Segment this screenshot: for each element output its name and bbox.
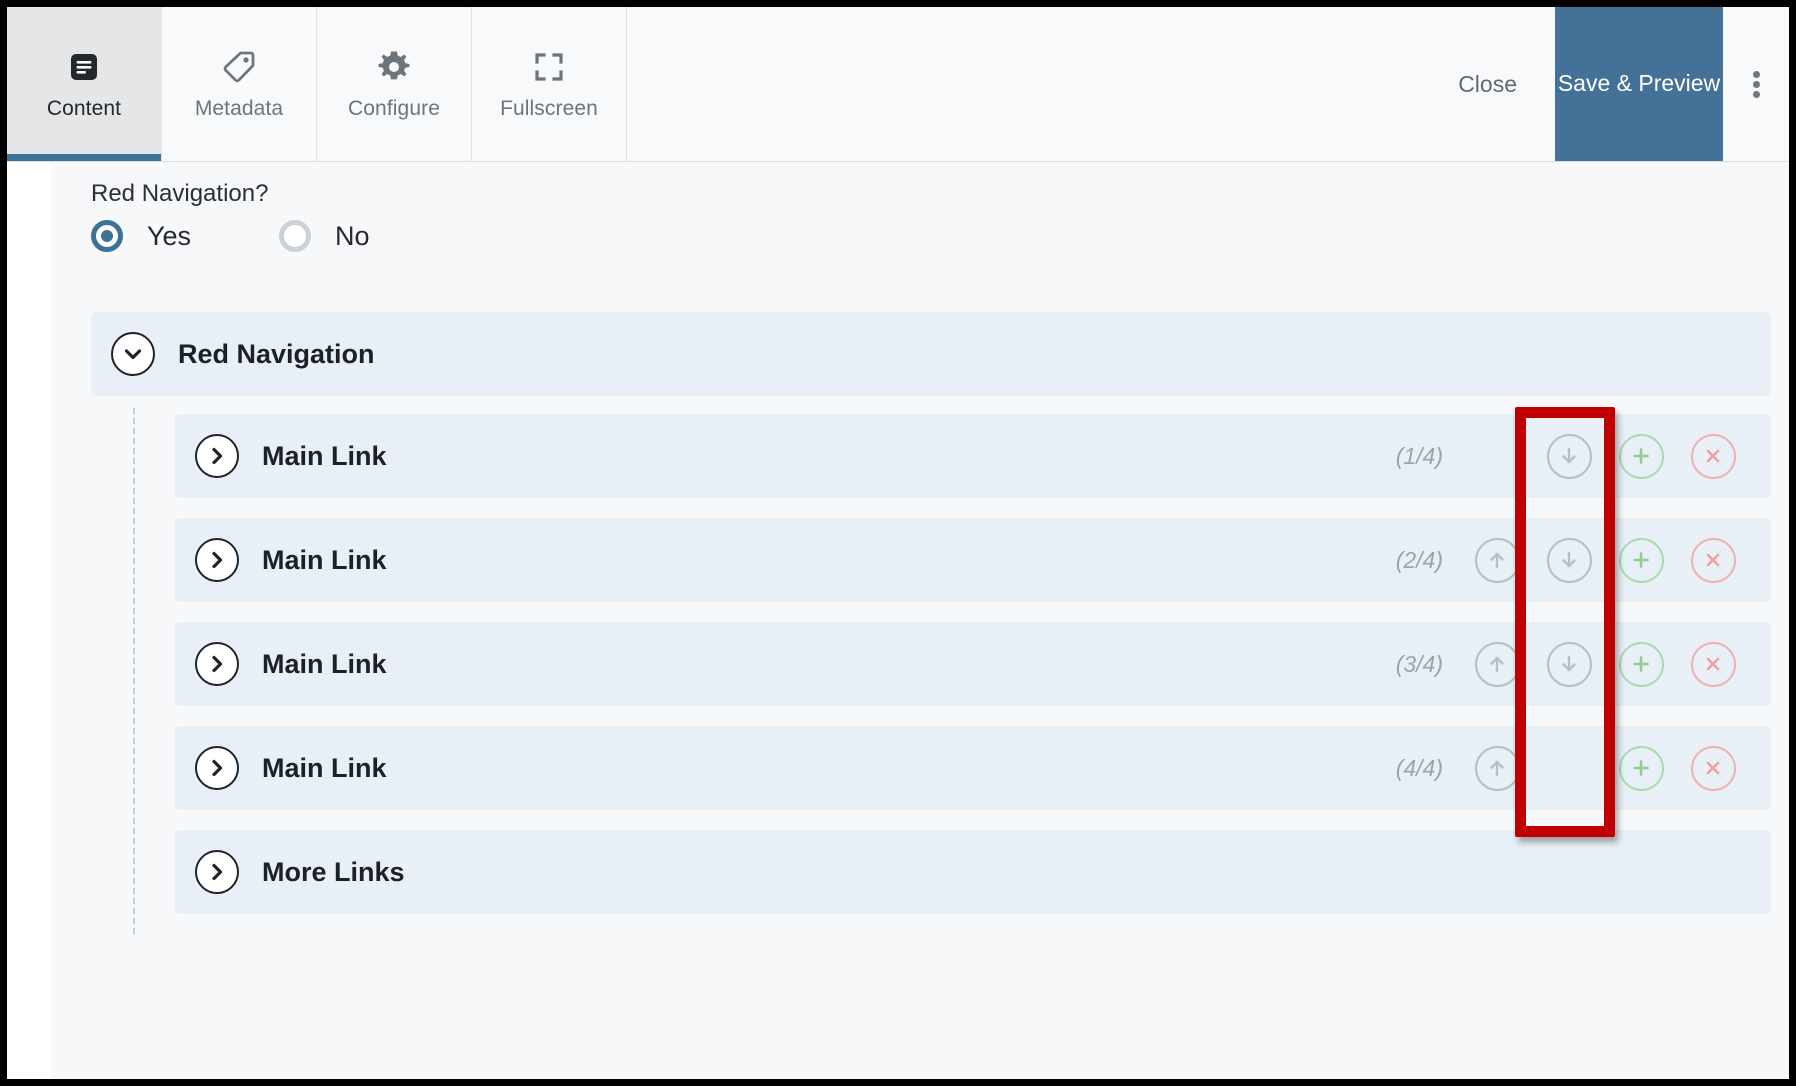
chevron-right-icon[interactable] xyxy=(195,642,239,686)
kebab-menu-button[interactable] xyxy=(1723,7,1789,161)
remove-icon[interactable] xyxy=(1690,433,1736,479)
move-up-icon[interactable] xyxy=(1474,745,1520,791)
row-position-counter: (2/4) xyxy=(1395,546,1443,573)
chevron-right-icon[interactable] xyxy=(195,434,239,478)
row-position-counter: (4/4) xyxy=(1395,754,1443,781)
tab-fullscreen-label: Fullscreen xyxy=(500,97,598,120)
remove-icon[interactable] xyxy=(1690,745,1736,791)
table-row[interactable]: Main Link (4/4) xyxy=(175,726,1771,810)
tab-content[interactable]: Content xyxy=(7,7,162,161)
tab-configure[interactable]: Configure xyxy=(317,7,472,161)
group-children: Main Link (1/4) Main Link (2/4) Main Lin… xyxy=(133,396,1771,934)
row-title: More Links xyxy=(262,856,405,887)
move-up-icon[interactable] xyxy=(1474,537,1520,583)
add-icon[interactable] xyxy=(1618,641,1664,687)
chevron-right-icon[interactable] xyxy=(195,538,239,582)
content-panel: Red Navigation? Yes No Red Navigation Ma… xyxy=(51,162,1789,1079)
add-icon[interactable] xyxy=(1618,745,1664,791)
move-up-slot xyxy=(1461,414,1533,498)
row-position-counter: (3/4) xyxy=(1395,650,1443,677)
move-down-icon[interactable] xyxy=(1546,433,1592,479)
radio-option-yes[interactable]: Yes xyxy=(91,220,191,252)
remove-slot xyxy=(1677,414,1749,498)
red-navigation-question-label: Red Navigation? xyxy=(91,180,269,207)
group-header-red-navigation[interactable]: Red Navigation xyxy=(91,312,1771,396)
move-down-icon[interactable] xyxy=(1546,537,1592,583)
remove-icon[interactable] xyxy=(1690,641,1736,687)
red-navigation-group: Red Navigation Main Link (1/4) Main Link… xyxy=(91,312,1771,934)
group-title: Red Navigation xyxy=(178,338,375,369)
tab-configure-label: Configure xyxy=(348,97,440,120)
add-slot xyxy=(1605,622,1677,706)
add-slot xyxy=(1605,726,1677,810)
add-icon[interactable] xyxy=(1618,433,1664,479)
radio-yes-label: Yes xyxy=(147,220,192,251)
app-window: Content Metadata Configure Fullscreen Cl… xyxy=(0,0,1796,1086)
remove-icon[interactable] xyxy=(1690,537,1736,583)
add-slot xyxy=(1605,414,1677,498)
tag-icon xyxy=(222,47,256,87)
document-lines-icon xyxy=(68,47,100,87)
add-icon[interactable] xyxy=(1618,537,1664,583)
row-title: Main Link xyxy=(262,648,387,679)
editor-toolbar: Content Metadata Configure Fullscreen Cl… xyxy=(7,7,1789,162)
move-up-icon[interactable] xyxy=(1474,641,1520,687)
radio-option-no[interactable]: No xyxy=(279,220,370,252)
move-down-slot xyxy=(1533,726,1605,810)
radio-no-label: No xyxy=(335,220,370,251)
row-position-counter: (1/4) xyxy=(1395,442,1443,469)
table-row[interactable]: Main Link (3/4) xyxy=(175,622,1771,706)
kebab-menu-icon xyxy=(1752,68,1760,101)
editor-workspace: Red Navigation? Yes No Red Navigation Ma… xyxy=(7,162,1789,1079)
red-navigation-radio-group: Yes No xyxy=(91,220,370,252)
tab-metadata[interactable]: Metadata xyxy=(162,7,317,161)
radio-yes-circle xyxy=(91,220,123,252)
tab-metadata-label: Metadata xyxy=(194,97,284,120)
gear-icon xyxy=(377,47,411,87)
chevron-down-icon[interactable] xyxy=(111,332,155,376)
chevron-right-icon[interactable] xyxy=(195,850,239,894)
remove-slot xyxy=(1677,622,1749,706)
move-down-slot xyxy=(1533,622,1605,706)
table-row[interactable]: More Links xyxy=(175,830,1771,914)
add-slot xyxy=(1605,518,1677,602)
row-title: Main Link xyxy=(262,544,387,575)
close-button[interactable]: Close xyxy=(1420,7,1555,161)
remove-slot xyxy=(1677,518,1749,602)
move-up-slot xyxy=(1461,622,1533,706)
move-down-slot xyxy=(1533,414,1605,498)
save-and-preview-button[interactable]: Save & Preview xyxy=(1555,7,1723,161)
row-title: Main Link xyxy=(262,752,387,783)
move-up-slot xyxy=(1461,518,1533,602)
table-row[interactable]: Main Link (2/4) xyxy=(175,518,1771,602)
tab-content-label: Content xyxy=(46,97,122,120)
row-title: Main Link xyxy=(262,440,387,471)
table-row[interactable]: Main Link (1/4) xyxy=(175,414,1771,498)
move-up-slot xyxy=(1461,726,1533,810)
expand-icon xyxy=(533,47,565,87)
chevron-right-icon[interactable] xyxy=(195,746,239,790)
remove-slot xyxy=(1677,726,1749,810)
radio-no-circle xyxy=(279,220,312,252)
tab-fullscreen[interactable]: Fullscreen xyxy=(472,7,627,161)
move-down-slot xyxy=(1533,518,1605,602)
move-down-icon[interactable] xyxy=(1546,641,1592,687)
